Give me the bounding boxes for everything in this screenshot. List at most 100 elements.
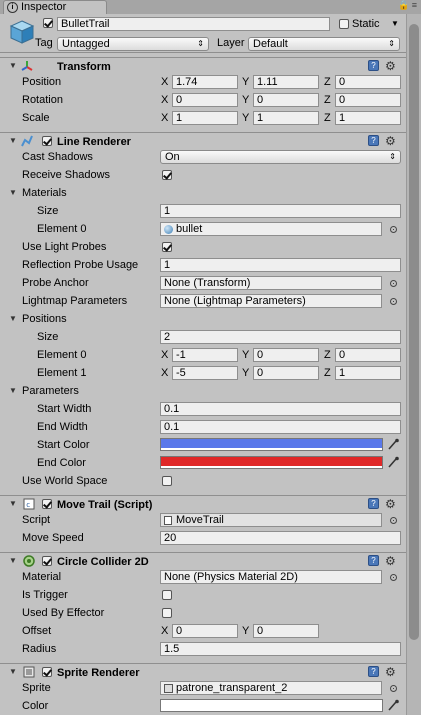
radius-field[interactable]: 1.5 xyxy=(160,642,401,656)
reflection-probe-field[interactable]: 1 xyxy=(160,258,401,272)
gear-icon[interactable]: ⚙ xyxy=(385,554,396,568)
eyedropper-icon[interactable] xyxy=(387,699,399,712)
foldout-arrow-icon[interactable]: ▼ xyxy=(9,134,17,148)
axis-z-label: Z xyxy=(324,94,331,106)
element0-y-field[interactable]: 0 xyxy=(253,348,319,362)
scale-x-field[interactable]: 1 xyxy=(172,111,238,125)
active-checkbox[interactable] xyxy=(43,18,53,28)
element1-y-field[interactable]: 0 xyxy=(253,366,319,380)
eyedropper-icon[interactable] xyxy=(387,438,399,451)
chevron-updown-icon: ⇕ xyxy=(388,39,395,48)
move-trail-enabled-checkbox[interactable] xyxy=(42,499,52,509)
move-speed-label: Move Speed xyxy=(22,532,84,544)
scrollbar-thumb[interactable] xyxy=(409,24,419,640)
receive-shadows-checkbox[interactable] xyxy=(162,170,172,180)
static-checkbox[interactable] xyxy=(339,19,349,29)
rotation-z-field[interactable]: 0 xyxy=(335,93,401,107)
sprite-field[interactable]: patrone_transparent_2 xyxy=(160,681,382,695)
transform-header[interactable]: ▼ Transform ? ⚙ xyxy=(0,57,406,75)
cube-icon xyxy=(9,20,35,44)
help-icon[interactable]: ? xyxy=(368,666,379,677)
object-picker-icon[interactable] xyxy=(390,574,397,581)
line-renderer-header[interactable]: ▼ Line Renderer ? ⚙ xyxy=(0,132,406,150)
sprite-renderer-enabled-checkbox[interactable] xyxy=(42,667,52,677)
element0-x-field[interactable]: -1 xyxy=(172,348,238,362)
circle-collider-header[interactable]: ▼ Circle Collider 2D ? ⚙ xyxy=(0,552,406,570)
gear-icon[interactable]: ⚙ xyxy=(385,134,396,148)
axis-x-label: X xyxy=(161,367,169,379)
foldout-arrow-icon[interactable]: ▼ xyxy=(9,665,17,679)
axis-x-label: X xyxy=(161,94,169,106)
probe-anchor-field[interactable]: None (Transform) xyxy=(160,276,382,290)
script-field[interactable]: MoveTrail xyxy=(160,513,382,527)
help-icon[interactable]: ? xyxy=(368,60,379,71)
offset-x-field[interactable]: 0 xyxy=(172,624,238,638)
tab-inspector[interactable]: i Inspector xyxy=(3,0,107,14)
layer-dropdown[interactable]: Default ⇕ xyxy=(248,37,400,51)
use-light-probes-checkbox[interactable] xyxy=(162,242,172,252)
object-name-field[interactable]: BulletTrail xyxy=(57,17,330,31)
material-label: Material xyxy=(22,571,62,583)
vertical-scrollbar[interactable] xyxy=(406,14,421,715)
help-icon[interactable]: ? xyxy=(368,555,379,566)
foldout-arrow-icon[interactable]: ▼ xyxy=(9,59,17,73)
element1-z-field[interactable]: 1 xyxy=(335,366,401,380)
axis-z-label: Z xyxy=(324,76,331,88)
rotation-y-field[interactable]: 0 xyxy=(253,93,319,107)
position-y-field[interactable]: 1.11 xyxy=(253,75,319,89)
end-width-label: End Width xyxy=(37,421,88,433)
gear-icon[interactable]: ⚙ xyxy=(385,665,396,679)
move-trail-header[interactable]: ▼ c Move Trail (Script) ? ⚙ xyxy=(0,495,406,513)
position-x-field[interactable]: 1.74 xyxy=(172,75,238,89)
cast-shadows-value: On xyxy=(165,151,180,163)
scale-y-field[interactable]: 1 xyxy=(253,111,319,125)
sprite-renderer-header[interactable]: ▼ Sprite Renderer ? ⚙ xyxy=(0,663,406,681)
used-by-effector-checkbox[interactable] xyxy=(162,608,172,618)
static-dropdown-arrow[interactable]: ▼ xyxy=(391,17,399,31)
element0-z-field[interactable]: 0 xyxy=(335,348,401,362)
object-picker-icon[interactable] xyxy=(390,280,397,287)
help-icon[interactable]: ? xyxy=(368,135,379,146)
use-world-space-checkbox[interactable] xyxy=(162,476,172,486)
offset-y-field[interactable]: 0 xyxy=(253,624,319,638)
foldout-arrow-icon[interactable]: ▼ xyxy=(9,497,17,511)
object-picker-icon[interactable] xyxy=(390,226,397,233)
circle-collider-enabled-checkbox[interactable] xyxy=(42,556,52,566)
element1-x-field[interactable]: -5 xyxy=(172,366,238,380)
materials-size-field[interactable]: 1 xyxy=(160,204,401,218)
line-renderer-enabled-checkbox[interactable] xyxy=(42,136,52,146)
lock-icon[interactable]: 🔒 ≡ xyxy=(398,0,417,11)
lightmap-parameters-field[interactable]: None (Lightmap Parameters) xyxy=(160,294,382,308)
move-speed-field[interactable]: 20 xyxy=(160,531,401,545)
foldout-arrow-icon[interactable]: ▼ xyxy=(9,554,17,568)
eyedropper-icon[interactable] xyxy=(387,456,399,469)
foldout-arrow-icon[interactable]: ▼ xyxy=(9,312,17,326)
help-icon[interactable]: ? xyxy=(368,498,379,509)
object-picker-icon[interactable] xyxy=(390,517,397,524)
end-color-swatch[interactable] xyxy=(160,456,383,469)
is-trigger-checkbox[interactable] xyxy=(162,590,172,600)
tag-dropdown[interactable]: Untagged ⇕ xyxy=(57,37,209,51)
gear-icon[interactable]: ⚙ xyxy=(385,497,396,511)
gear-icon[interactable]: ⚙ xyxy=(385,59,396,73)
object-picker-icon[interactable] xyxy=(390,298,397,305)
foldout-arrow-icon[interactable]: ▼ xyxy=(9,186,17,200)
materials-element0-field[interactable]: bullet xyxy=(160,222,382,236)
cast-shadows-dropdown[interactable]: On ⇕ xyxy=(160,150,401,164)
sprite-color-swatch[interactable] xyxy=(160,699,383,712)
sprite-renderer-icon xyxy=(23,666,35,678)
position-z-field[interactable]: 0 xyxy=(335,75,401,89)
start-color-swatch[interactable] xyxy=(160,438,383,451)
start-width-label: Start Width xyxy=(37,403,92,415)
scale-label: Scale xyxy=(22,112,50,124)
transform-axes-icon xyxy=(21,61,33,71)
physics-material-field[interactable]: None (Physics Material 2D) xyxy=(160,570,382,584)
start-width-field[interactable]: 0.1 xyxy=(160,402,401,416)
foldout-arrow-icon[interactable]: ▼ xyxy=(9,384,17,398)
end-width-field[interactable]: 0.1 xyxy=(160,420,401,434)
chevron-updown-icon: ⇕ xyxy=(197,39,204,48)
object-picker-icon[interactable] xyxy=(390,685,397,692)
rotation-x-field[interactable]: 0 xyxy=(172,93,238,107)
scale-z-field[interactable]: 1 xyxy=(335,111,401,125)
positions-size-field[interactable]: 2 xyxy=(160,330,401,344)
